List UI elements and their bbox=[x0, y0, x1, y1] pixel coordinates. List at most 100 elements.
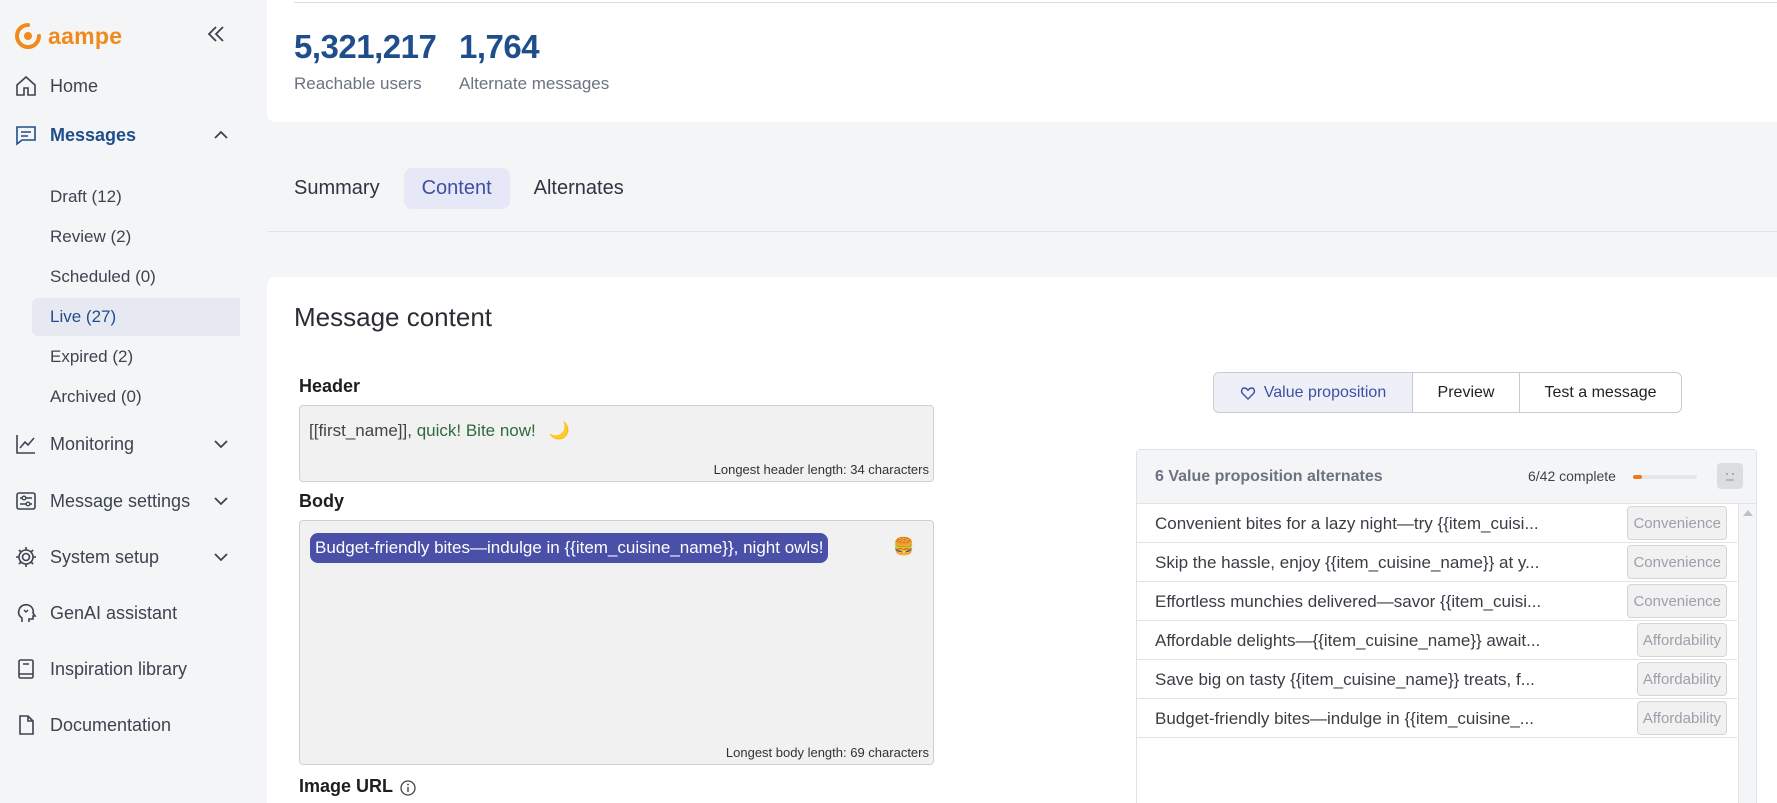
sub-expired[interactable]: Expired (2) bbox=[32, 338, 240, 376]
table-row[interactable]: Effortless munchies delivered—savor {{it… bbox=[1137, 582, 1737, 621]
alternate-text: Effortless munchies delivered—savor {{it… bbox=[1155, 592, 1542, 611]
progress-bar bbox=[1633, 475, 1697, 479]
body-text-selected[interactable]: Budget-friendly bites—indulge in {{item_… bbox=[310, 533, 829, 563]
sub-review[interactable]: Review (2) bbox=[32, 218, 240, 256]
table-row[interactable]: Budget-friendly bites—indulge in {{item_… bbox=[1137, 699, 1737, 738]
nav-inspiration-library[interactable]: Inspiration library bbox=[14, 655, 230, 683]
view-switcher: Value proposition Preview Test a message bbox=[1213, 372, 1682, 413]
progress-fill bbox=[1633, 475, 1643, 479]
alternate-text: Convenient bites for a lazy night—try {{… bbox=[1155, 514, 1539, 533]
nav-messages-label: Messages bbox=[50, 124, 137, 145]
header-field[interactable]: [[first_name]], quick! Bite now! 🌙 Longe… bbox=[299, 405, 934, 482]
table-row[interactable]: Affordable delights—{{item_cuisine_name}… bbox=[1137, 621, 1737, 660]
nav-message-settings[interactable]: Message settings bbox=[14, 487, 230, 515]
section-title: Message content bbox=[294, 302, 493, 332]
chevron-down-icon[interactable] bbox=[212, 492, 230, 510]
tab-summary[interactable]: Summary bbox=[276, 168, 398, 209]
aampe-logo-icon bbox=[15, 23, 41, 49]
sub-draft[interactable]: Draft (12) bbox=[32, 178, 240, 216]
header-text-prefix: [[first_name]], bbox=[309, 421, 417, 440]
value-tag[interactable]: Convenience bbox=[1627, 545, 1727, 579]
ai-head-icon bbox=[17, 603, 37, 622]
nav-documentation[interactable]: Documentation bbox=[14, 711, 230, 739]
stat-reachable-users: 5,321,217 Reachable users bbox=[294, 28, 437, 94]
header-length-hint: Longest header length: 34 characters bbox=[713, 462, 929, 477]
table-row[interactable]: Save big on tasty {{item_cuisine_name}} … bbox=[1137, 660, 1737, 699]
nav-messages[interactable]: Messages bbox=[14, 121, 230, 149]
value-proposition-panel: 6 Value proposition alternates 6/42 comp… bbox=[1136, 449, 1757, 803]
logo[interactable]: aampe bbox=[14, 22, 122, 50]
panel-header: 6 Value proposition alternates 6/42 comp… bbox=[1137, 450, 1756, 504]
chevron-down-icon[interactable] bbox=[212, 548, 230, 566]
body-length-hint: Longest body length: 69 characters bbox=[725, 745, 929, 760]
stat-alternate-messages: 1,764 Alternate messages bbox=[459, 28, 609, 94]
home-icon bbox=[16, 75, 36, 96]
nav-genai-assistant[interactable]: GenAI assistant bbox=[14, 599, 230, 627]
scroll-up-icon[interactable] bbox=[1743, 510, 1753, 516]
stat-value: 5,321,217 bbox=[294, 28, 437, 65]
nav-system-setup[interactable]: System setup bbox=[14, 543, 230, 571]
divider bbox=[294, 2, 1777, 3]
tab-content[interactable]: Content bbox=[403, 168, 510, 209]
sub-archived[interactable]: Archived (0) bbox=[32, 378, 240, 416]
nav-genai-label: GenAI assistant bbox=[50, 602, 178, 623]
chart-line-icon bbox=[16, 435, 35, 454]
burger-emoji: 🍔 bbox=[893, 537, 915, 556]
sliders-icon bbox=[16, 492, 36, 510]
sub-scheduled[interactable]: Scheduled (0) bbox=[32, 258, 240, 296]
value-tag[interactable]: Affordability bbox=[1636, 701, 1727, 735]
stat-label: Alternate messages bbox=[459, 74, 610, 93]
header-text-highlight: quick! Bite now! bbox=[416, 421, 536, 440]
alternate-text: Save big on tasty {{item_cuisine_name}} … bbox=[1155, 670, 1535, 689]
book-icon bbox=[18, 659, 34, 679]
message-content-card: Message content Header [[first_name]], q… bbox=[267, 277, 1777, 803]
test-message-button[interactable]: Test a message bbox=[1519, 373, 1681, 412]
moon-emoji: 🌙 bbox=[548, 421, 570, 440]
brand-name: aampe bbox=[48, 22, 123, 49]
progress-text: 6/42 complete bbox=[1528, 468, 1616, 484]
preview-button[interactable]: Preview bbox=[1412, 373, 1519, 412]
divider bbox=[267, 231, 1777, 232]
info-icon[interactable] bbox=[399, 779, 417, 797]
image-url-label: Image URL bbox=[299, 776, 394, 796]
value-tag[interactable]: Convenience bbox=[1627, 506, 1727, 540]
nav-message-settings-label: Message settings bbox=[50, 490, 191, 511]
nav-documentation-label: Documentation bbox=[50, 714, 172, 735]
scrollbar[interactable] bbox=[1738, 504, 1756, 803]
stat-value: 1,764 bbox=[459, 28, 540, 65]
table-row[interactable]: Skip the hassle, enjoy {{item_cuisine_na… bbox=[1137, 543, 1737, 582]
nav-home[interactable]: Home bbox=[14, 72, 230, 100]
message-icon bbox=[16, 126, 36, 146]
nav-inspiration-label: Inspiration library bbox=[50, 658, 188, 679]
collapse-sidebar-icon[interactable] bbox=[204, 22, 228, 46]
chevron-down-icon[interactable] bbox=[212, 435, 230, 453]
stats-card: 5,321,217 Reachable users 1,764 Alternat… bbox=[267, 0, 1777, 122]
neutral-face-icon[interactable] bbox=[1717, 463, 1743, 489]
nav-monitoring[interactable]: Monitoring bbox=[14, 430, 230, 458]
tab-alternates[interactable]: Alternates bbox=[516, 168, 642, 209]
value-tag[interactable]: Affordability bbox=[1636, 623, 1727, 657]
nav-system-setup-label: System setup bbox=[50, 546, 160, 567]
value-tag[interactable]: Convenience bbox=[1627, 584, 1727, 618]
body-label: Body bbox=[299, 491, 344, 511]
header-label: Header bbox=[299, 376, 361, 396]
value-proposition-button[interactable]: Value proposition bbox=[1214, 373, 1412, 412]
content-tabs: Summary Content Alternates bbox=[276, 168, 648, 209]
nav-monitoring-label: Monitoring bbox=[50, 433, 135, 454]
alternate-text: Affordable delights—{{item_cuisine_name}… bbox=[1155, 631, 1541, 650]
alternate-text: Budget-friendly bites—indulge in {{item_… bbox=[1155, 709, 1534, 728]
document-icon bbox=[19, 715, 34, 735]
gear-icon bbox=[16, 547, 36, 567]
sidebar: aampe Home Messages Draft (12) Review (2… bbox=[0, 0, 240, 803]
sub-live[interactable]: Live (27) bbox=[32, 298, 240, 336]
heart-icon bbox=[1240, 386, 1255, 400]
panel-title: 6 Value proposition alternates bbox=[1155, 468, 1383, 485]
body-field[interactable]: Budget-friendly bites—indulge in {{item_… bbox=[299, 520, 934, 765]
value-proposition-label: Value proposition bbox=[1263, 383, 1387, 401]
table-row[interactable]: Convenient bites for a lazy night—try {{… bbox=[1137, 504, 1737, 543]
chevron-up-icon[interactable] bbox=[212, 126, 230, 144]
alternate-text: Skip the hassle, enjoy {{item_cuisine_na… bbox=[1155, 553, 1540, 572]
nav-home-label: Home bbox=[50, 75, 99, 96]
header-text: [[first_name]], quick! Bite now! 🌙 bbox=[309, 421, 570, 441]
value-tag[interactable]: Affordability bbox=[1636, 662, 1727, 696]
